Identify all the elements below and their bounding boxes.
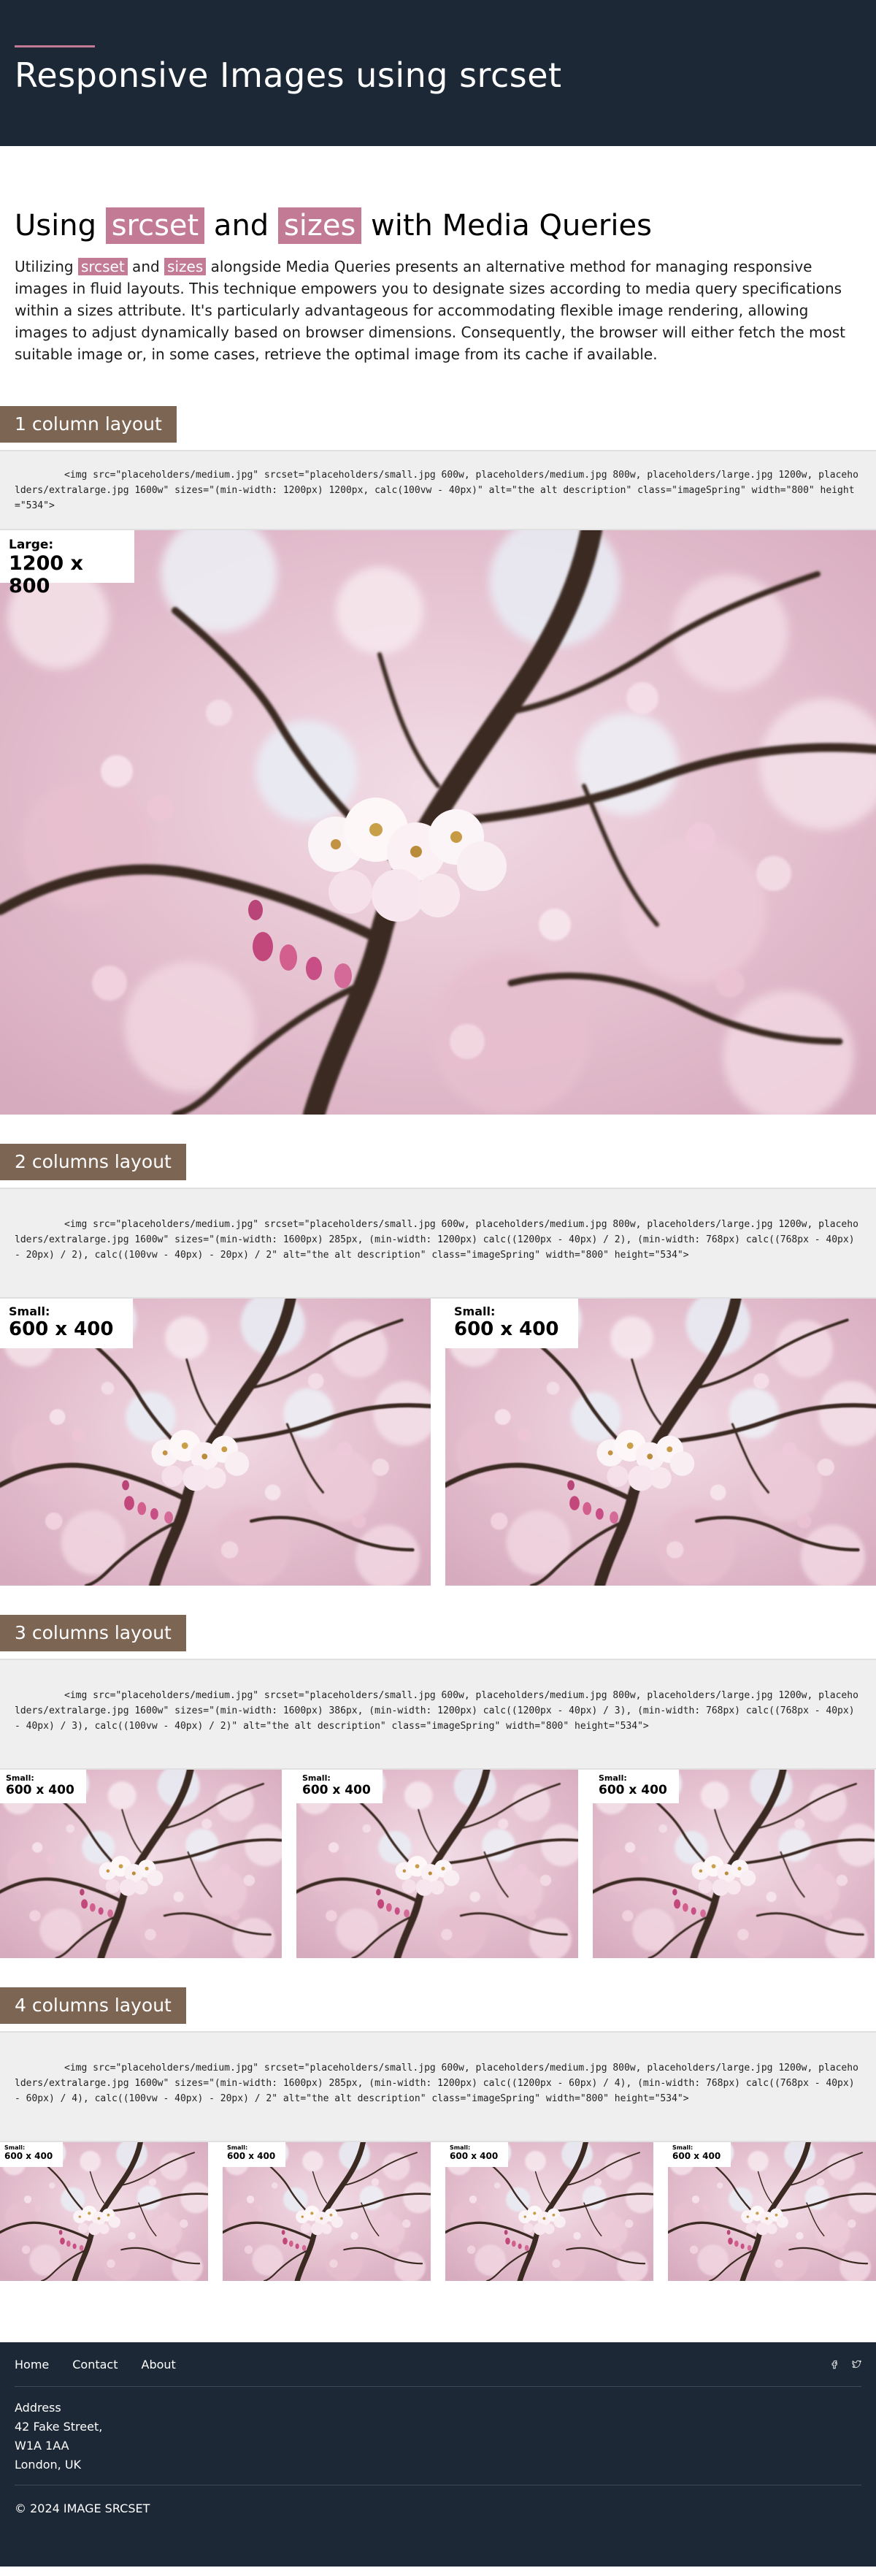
- image-size-badge: Small: 600 x 400: [0, 1299, 133, 1348]
- site-footer: Home Contact About Address 42 Fake Stree…: [0, 2342, 876, 2567]
- code-snippet: <img src="placeholders/medium.jpg" srcse…: [0, 1188, 876, 1299]
- badge-label: Small:: [227, 2144, 248, 2151]
- image-grid: Small: 600 x 400 Small: 600 x 400: [0, 1299, 876, 1586]
- intro-section: Using srcset and sizes with Media Querie…: [0, 146, 876, 365]
- site-header: Responsive Images using srcset: [0, 0, 876, 146]
- facebook-icon[interactable]: [829, 2359, 840, 2369]
- badge-label: Small:: [6, 1773, 34, 1783]
- footer-link-contact[interactable]: Contact: [72, 2358, 118, 2371]
- address-title: Address: [15, 2401, 61, 2415]
- code-text: <img src="placeholders/medium.jpg" srcse…: [15, 1219, 858, 1261]
- badge-label: Small:: [454, 1304, 496, 1318]
- image-size-badge: Small: 600 x 400: [223, 2142, 285, 2167]
- badge-size: 600 x 400: [672, 2151, 721, 2161]
- footer-link-home[interactable]: Home: [15, 2358, 49, 2371]
- badge-label: Small:: [9, 1304, 50, 1318]
- address-line: W1A 1AA: [15, 2439, 69, 2453]
- image-grid: Small: 600 x 400 Small: 600 x 400 Small:…: [0, 2142, 876, 2281]
- code-snippet: <img src="placeholders/medium.jpg" srcse…: [0, 2031, 876, 2142]
- badge-label: Small:: [672, 2144, 694, 2151]
- heading-text: Using: [15, 209, 106, 242]
- cherry-blossom-image: [0, 530, 876, 1115]
- image-tile: Small: 600 x 400: [223, 2142, 431, 2281]
- intro-paragraph: Utilizing srcset and sizes alongside Med…: [15, 256, 861, 365]
- copyright: © 2024 IMAGE SRCSET: [15, 2502, 150, 2515]
- image-tile: Small: 600 x 400: [0, 2142, 208, 2281]
- four-column-section: 4 columns layout <img src="placeholders/…: [0, 1987, 876, 2281]
- three-column-section: 3 columns layout <img src="placeholders/…: [0, 1615, 876, 1958]
- site-title: Responsive Images using srcset: [15, 56, 562, 95]
- badge-label: Small:: [450, 2144, 471, 2151]
- social-links: [829, 2359, 861, 2369]
- section-label: 2 columns layout: [0, 1144, 186, 1180]
- image-size-badge: Small: 600 x 400: [445, 2142, 508, 2167]
- image-size-badge: Small: 600 x 400: [0, 1770, 86, 1803]
- image-tile: Small: 600 x 400: [668, 2142, 876, 2281]
- code-text: <img src="placeholders/medium.jpg" srcse…: [15, 1690, 858, 1732]
- badge-label: Small:: [599, 1773, 627, 1783]
- heading-code-sizes: sizes: [277, 207, 362, 244]
- paragraph-text: Utilizing: [15, 258, 78, 275]
- address-block: Address 42 Fake Street, W1A 1AA London, …: [15, 2387, 861, 2485]
- badge-size: 600 x 400: [6, 1783, 74, 1797]
- image-tile: Small: 600 x 400: [593, 1770, 875, 1958]
- intro-heading: Using srcset and sizes with Media Querie…: [15, 205, 861, 247]
- footer-nav: Home Contact About: [15, 2342, 861, 2386]
- inline-code-sizes: sizes: [164, 258, 207, 275]
- badge-size: 600 x 400: [227, 2151, 276, 2161]
- badge-label: Large:: [9, 538, 54, 552]
- image-size-badge: Small: 600 x 400: [296, 1770, 383, 1803]
- code-snippet: <img src="placeholders/medium.jpg" srcse…: [0, 450, 876, 530]
- image-tile: Large: 1200 x 800: [0, 530, 876, 1115]
- two-column-section: 2 columns layout <img src="placeholders/…: [0, 1144, 876, 1586]
- section-label: 3 columns layout: [0, 1615, 186, 1651]
- badge-size: 600 x 400: [4, 2151, 53, 2161]
- image-tile: Small: 600 x 400: [296, 1770, 578, 1958]
- badge-label: Small:: [302, 1773, 331, 1783]
- badge-size: 600 x 400: [454, 1318, 559, 1340]
- image-tile: Small: 600 x 400: [445, 1299, 876, 1586]
- inline-code-srcset: srcset: [77, 258, 128, 275]
- address-line: 42 Fake Street,: [15, 2420, 103, 2434]
- badge-size: 1200 x 800: [9, 552, 83, 597]
- section-label: 1 column layout: [0, 406, 177, 443]
- code-text: <img src="placeholders/medium.jpg" srcse…: [15, 2063, 858, 2104]
- badge-size: 600 x 400: [599, 1783, 667, 1797]
- image-size-badge: Small: 600 x 400: [0, 2142, 63, 2167]
- footer-link-about[interactable]: About: [142, 2358, 176, 2371]
- paragraph-text: and: [127, 258, 165, 275]
- code-snippet: <img src="placeholders/medium.jpg" srcse…: [0, 1659, 876, 1770]
- badge-size: 600 x 400: [302, 1783, 371, 1797]
- twitter-icon[interactable]: [851, 2359, 861, 2369]
- code-text: <img src="placeholders/medium.jpg" srcse…: [15, 470, 858, 511]
- image-size-badge: Small: 600 x 400: [668, 2142, 731, 2167]
- one-column-section: 1 column layout <img src="placeholders/m…: [0, 406, 876, 1115]
- image-grid: Small: 600 x 400 Small: 600 x 400 Small:…: [0, 1770, 876, 1958]
- badge-size: 600 x 400: [9, 1318, 114, 1340]
- address-line: London, UK: [15, 2458, 82, 2472]
- heading-code-srcset: srcset: [105, 207, 205, 244]
- title-accent-line: [15, 45, 95, 47]
- image-size-badge: Small: 600 x 400: [593, 1770, 679, 1803]
- section-label: 4 columns layout: [0, 1987, 186, 2024]
- heading-text: with Media Queries: [361, 209, 652, 242]
- image-tile: Small: 600 x 400: [0, 1770, 282, 1958]
- badge-label: Small:: [4, 2144, 26, 2151]
- image-tile: Small: 600 x 400: [445, 2142, 653, 2281]
- badge-size: 600 x 400: [450, 2151, 499, 2161]
- image-size-badge: Large: 1200 x 800: [0, 530, 134, 597]
- image-tile: Small: 600 x 400: [0, 1299, 431, 1586]
- heading-text: and: [204, 209, 278, 242]
- image-size-badge: Small: 600 x 400: [445, 1299, 578, 1348]
